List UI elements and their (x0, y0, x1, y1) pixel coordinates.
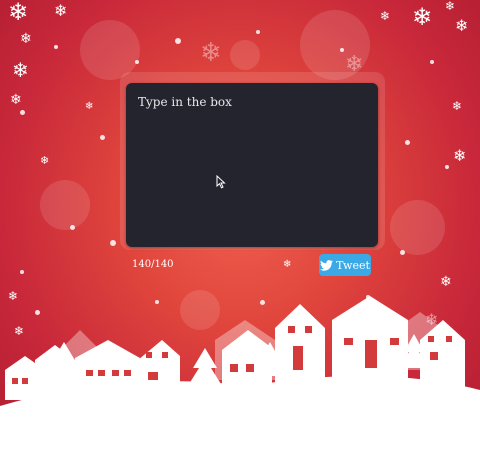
bokeh-light (390, 200, 445, 255)
snow-dot (135, 60, 139, 64)
snow-dot (20, 270, 24, 274)
snow-dot (430, 60, 434, 64)
snowflake-icon: ❄ (85, 101, 94, 112)
snow-dot (445, 165, 449, 169)
snowy-village (0, 296, 480, 454)
tweet-text: Type in the box (138, 95, 232, 109)
bokeh-light (230, 40, 260, 70)
tweet-button-label: Tweet (336, 258, 370, 272)
bokeh-light (40, 180, 90, 230)
snowflake-icon: ❄ (40, 154, 50, 167)
twitter-bird-icon (320, 259, 334, 271)
snow-dot (175, 38, 181, 44)
snow-dot (70, 225, 75, 230)
snowflake-icon: ❄ (8, 0, 29, 26)
snowflake-icon: ❄ (440, 274, 452, 290)
snowflake-icon: ❄ (20, 31, 32, 47)
snow-dot (256, 30, 260, 34)
snowflake-icon: ❄ (455, 16, 469, 35)
tweet-textarea[interactable]: Type in the box (126, 83, 378, 247)
snowflake-icon: ❄ (380, 9, 391, 23)
mouse-pointer-icon (216, 175, 226, 189)
character-counter: 140/140 (132, 259, 174, 270)
snow-dot (54, 45, 58, 49)
snowflake-icon: ❄ (453, 146, 467, 165)
snow-dot (20, 110, 25, 115)
holiday-scene: ❄ ❄ ❄ ❄ ❄ ❄ ❄ ❄ ❄ ❄ ❄ ❄ ❄ ❄ ❄ ❄ ❄ ❄ ❄ ❄ … (0, 0, 480, 454)
snowflake-icon: ❄ (445, 0, 456, 13)
house-silhouettes (0, 296, 480, 454)
snowflake-icon: ❄ (10, 92, 22, 108)
snowflake-icon: ❄ (200, 38, 222, 68)
snowflake-icon: ❄ (452, 99, 463, 113)
snowflake-icon: ❄ (283, 259, 292, 270)
snowflake-icon: ❄ (12, 58, 29, 82)
snow-dot (100, 135, 105, 140)
snow-dot (405, 140, 410, 145)
snow-dot (340, 48, 344, 52)
snow-dot (400, 250, 405, 255)
snowflake-icon: ❄ (54, 1, 68, 20)
bokeh-light (80, 20, 140, 80)
snow-dot (110, 240, 116, 246)
tweet-button[interactable]: Tweet (319, 254, 371, 276)
snowflake-icon: ❄ (412, 3, 433, 31)
